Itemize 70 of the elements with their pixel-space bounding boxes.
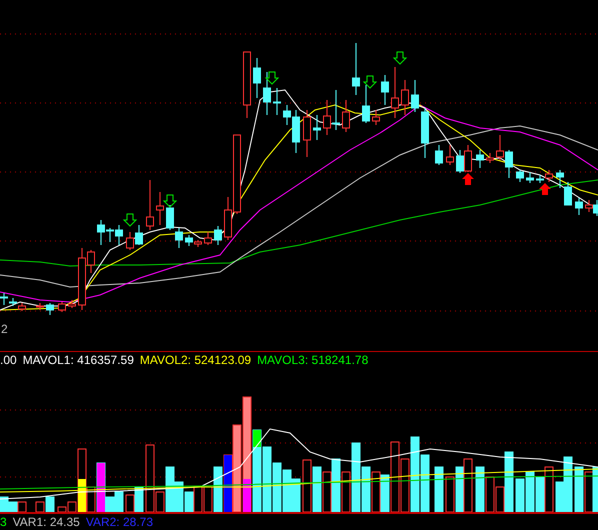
legend-value: 3 [0,515,7,529]
legend-value: MAVOL3: 518241.78 [257,353,368,367]
up-arrow-icon [462,173,474,185]
volume-bar [114,492,124,512]
up-arrow-icon [539,183,551,195]
legend-value: .00 [0,353,17,367]
candlestick [58,302,66,312]
volume-bar [516,478,524,512]
volume-bar [400,458,410,512]
volume-bar [486,476,494,512]
candlestick [435,144,443,166]
volume-bar [420,454,430,512]
candlestick [46,302,54,316]
legend-value: MAVOL1: 416357.59 [22,353,134,367]
volume-bar [536,476,544,512]
candlestick [214,226,222,246]
candlestick [36,302,44,310]
volume-bar [574,466,584,512]
candlestick [476,150,484,168]
candlestick [372,110,380,126]
volume-bar [332,458,340,512]
candlestick [421,108,429,158]
volume-bar [434,466,444,512]
candlestick [303,110,311,158]
candlestick [411,80,419,112]
volume-bar [446,476,454,512]
volume-bar [302,460,312,512]
volume-bar [262,446,272,512]
down-arrow-icon [122,214,138,227]
candlestick [516,170,524,182]
candlestick [381,74,389,106]
candlestick [526,172,534,184]
candlestick [575,198,583,216]
volume-bar [544,466,554,512]
down-arrow-icon [264,72,280,85]
volume-bar [312,466,322,512]
volume-bar [322,472,332,512]
candlestick [156,192,164,226]
candlestick [204,232,212,246]
volume-bar [464,458,472,512]
legend-value: VAR2: 28.73 [86,515,153,529]
volume-bar [272,462,282,512]
candlestick [273,88,281,116]
candlestick [391,66,399,118]
volume-bar [282,470,292,512]
legend-value: VAR1: 24.35 [12,515,80,529]
down-arrow-icon [362,76,378,89]
volume-bar [292,478,300,512]
volume-bar [456,466,464,512]
candlestick [486,152,494,164]
down-arrow-icon [162,194,178,208]
candlestick [263,72,271,116]
candlestick [146,180,154,230]
down-arrow-icon [392,52,408,65]
candlestick [68,300,76,308]
candlestick [253,58,261,98]
candlestick [446,144,454,166]
candlestick [243,52,251,118]
volume-bar [476,466,484,512]
candlestick [352,42,360,96]
candlestick [342,100,350,132]
candlestick [313,114,321,140]
volume-bar [372,472,380,512]
volume-bar [194,486,202,512]
candlestick [362,84,370,124]
candlestick [401,80,409,116]
legend-value: MAVOL2: 524123.09 [140,353,252,367]
volume-bar [526,472,534,512]
axis-label: 2 [1,322,8,336]
volume-bar [18,502,26,512]
